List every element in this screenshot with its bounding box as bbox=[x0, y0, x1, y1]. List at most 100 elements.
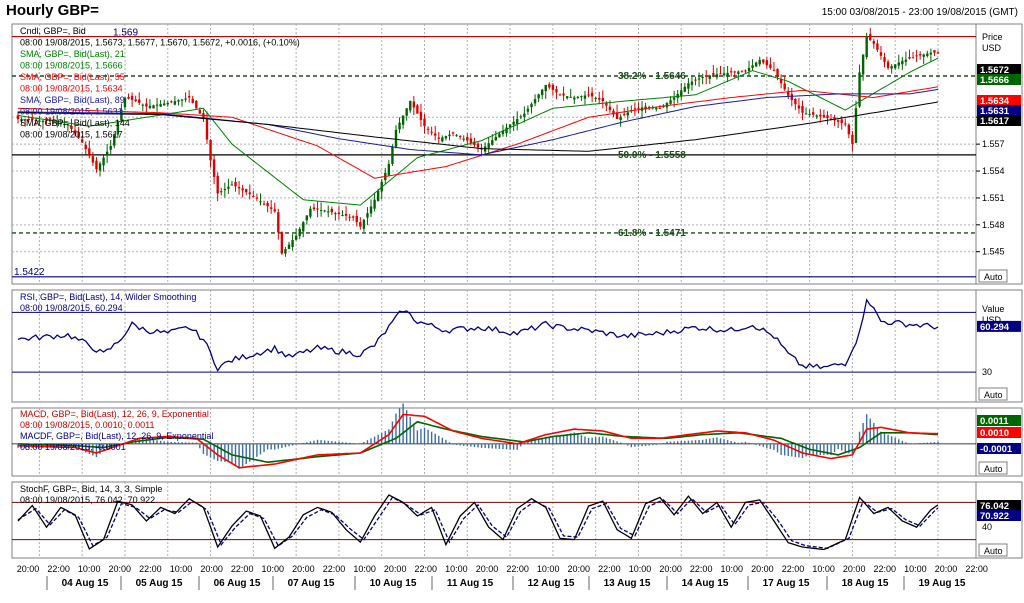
x-hour-label: 22:00 bbox=[47, 564, 70, 574]
candle-body bbox=[444, 136, 448, 139]
candle-body bbox=[223, 188, 227, 191]
candle-body bbox=[491, 140, 494, 145]
macd-legend-line: 08:00 19/08/2015, 0.0010, 0.0011 bbox=[20, 420, 154, 430]
x-hour-label: 20:00 bbox=[476, 564, 499, 574]
candle-body bbox=[797, 105, 801, 109]
candle-body bbox=[626, 112, 629, 116]
candle-body bbox=[751, 65, 754, 68]
candle-body bbox=[327, 211, 330, 213]
candle-body bbox=[455, 135, 458, 137]
x-hour-label: 10:00 bbox=[262, 564, 285, 574]
candle-body bbox=[876, 43, 879, 50]
candle-body bbox=[883, 57, 886, 62]
candle-body bbox=[811, 112, 815, 115]
candle-body bbox=[897, 62, 900, 66]
candle-body bbox=[844, 123, 847, 125]
candle-body bbox=[298, 228, 301, 237]
candle-body bbox=[80, 139, 84, 143]
candle-body bbox=[302, 222, 305, 232]
axis-box-1 bbox=[975, 23, 1023, 285]
candle-body bbox=[159, 104, 162, 107]
x-hour-label: 22:00 bbox=[323, 564, 346, 574]
candle-body bbox=[765, 60, 769, 66]
candle-body bbox=[391, 146, 394, 164]
x-hour-label: 10:00 bbox=[78, 564, 101, 574]
candle-body bbox=[401, 115, 405, 125]
candle-body bbox=[516, 119, 519, 124]
candle-body bbox=[369, 206, 373, 214]
candle-body bbox=[273, 209, 276, 212]
candle-body bbox=[248, 192, 251, 195]
candle-body bbox=[177, 100, 180, 102]
stoch-legend-line: StochF, GBP=, Bid, 14, 3, 3, Simple bbox=[20, 484, 162, 494]
price-legend-line: Cndl, GBP=, Bid bbox=[20, 26, 86, 36]
rsi-value-label: 60.294 bbox=[980, 322, 1010, 333]
level-label-lower: 1.5422 bbox=[14, 267, 45, 278]
x-hour-label: 10:00 bbox=[445, 564, 468, 574]
candle-body bbox=[184, 98, 187, 100]
x-date-label: 07 Aug 15 bbox=[288, 578, 335, 589]
candle-body bbox=[373, 199, 376, 209]
x-hour-label: 10:00 bbox=[904, 564, 927, 574]
auto-scale-label: Auto bbox=[984, 272, 1003, 282]
y-tick-label: 1.554 bbox=[982, 166, 1005, 176]
candle-body bbox=[551, 85, 555, 90]
candle-body bbox=[423, 118, 426, 127]
candle-body bbox=[209, 140, 212, 161]
candle-body bbox=[583, 95, 587, 99]
candle-body bbox=[911, 57, 915, 59]
candle-body bbox=[861, 54, 865, 75]
candle-body bbox=[141, 104, 145, 106]
candle-body bbox=[608, 106, 612, 111]
candle-body bbox=[494, 136, 498, 141]
x-hour-label: 22:00 bbox=[231, 564, 254, 574]
candle-body bbox=[886, 61, 890, 68]
price-legend-line: SMA, GBP=, Bid(Last), 144 bbox=[20, 118, 130, 128]
candle-body bbox=[130, 96, 134, 100]
candle-body bbox=[544, 84, 547, 92]
x-hour-label: 22:00 bbox=[690, 564, 713, 574]
x-hour-label: 20:00 bbox=[568, 564, 591, 574]
candle-body bbox=[419, 111, 423, 120]
candle-body bbox=[690, 81, 694, 85]
candle-body bbox=[212, 159, 216, 177]
x-date-label: 13 Aug 15 bbox=[604, 578, 651, 589]
x-hour-label: 22:00 bbox=[598, 564, 621, 574]
candle-body bbox=[637, 107, 640, 109]
y-tick-label: 1.557 bbox=[982, 139, 1005, 149]
candle-body bbox=[319, 210, 323, 212]
candle-body bbox=[191, 98, 194, 103]
candle-body bbox=[726, 72, 729, 76]
candle-body bbox=[740, 70, 744, 72]
x-hour-label: 22:00 bbox=[415, 564, 438, 574]
x-date-label: 12 Aug 15 bbox=[528, 578, 575, 589]
macd-value-label: -0.0001 bbox=[980, 444, 1013, 455]
x-hour-label: 10:00 bbox=[629, 564, 652, 574]
candle-body bbox=[523, 113, 526, 117]
candle-body bbox=[448, 134, 451, 137]
candle-body bbox=[284, 249, 287, 254]
candle-body bbox=[291, 240, 294, 247]
candle-body bbox=[926, 53, 929, 56]
candle-body bbox=[548, 84, 551, 88]
candle-body bbox=[91, 156, 95, 163]
candle-body bbox=[355, 215, 358, 223]
hourly-gbp-chart: AutoAutoAutoAuto 1.561.5571.5541.5511.54… bbox=[11, 23, 1023, 590]
fib-label: 38.2% - 1.5646 bbox=[618, 71, 686, 82]
candle-body bbox=[305, 215, 309, 221]
candle-body bbox=[623, 114, 626, 116]
candle-body bbox=[155, 104, 159, 106]
candle-body bbox=[280, 232, 284, 254]
candle-body bbox=[138, 99, 141, 103]
candle-body bbox=[95, 160, 98, 170]
price-axis-unit: USD bbox=[982, 43, 1002, 53]
panel-frame-1 bbox=[11, 23, 977, 285]
candle-body bbox=[908, 57, 911, 59]
x-hour-label: 20:00 bbox=[17, 564, 40, 574]
candle-body bbox=[170, 101, 173, 103]
candle-body bbox=[434, 133, 437, 136]
candle-body bbox=[826, 115, 829, 119]
candle-body bbox=[166, 102, 169, 105]
candle-body bbox=[573, 97, 576, 100]
candle-body bbox=[88, 148, 91, 156]
